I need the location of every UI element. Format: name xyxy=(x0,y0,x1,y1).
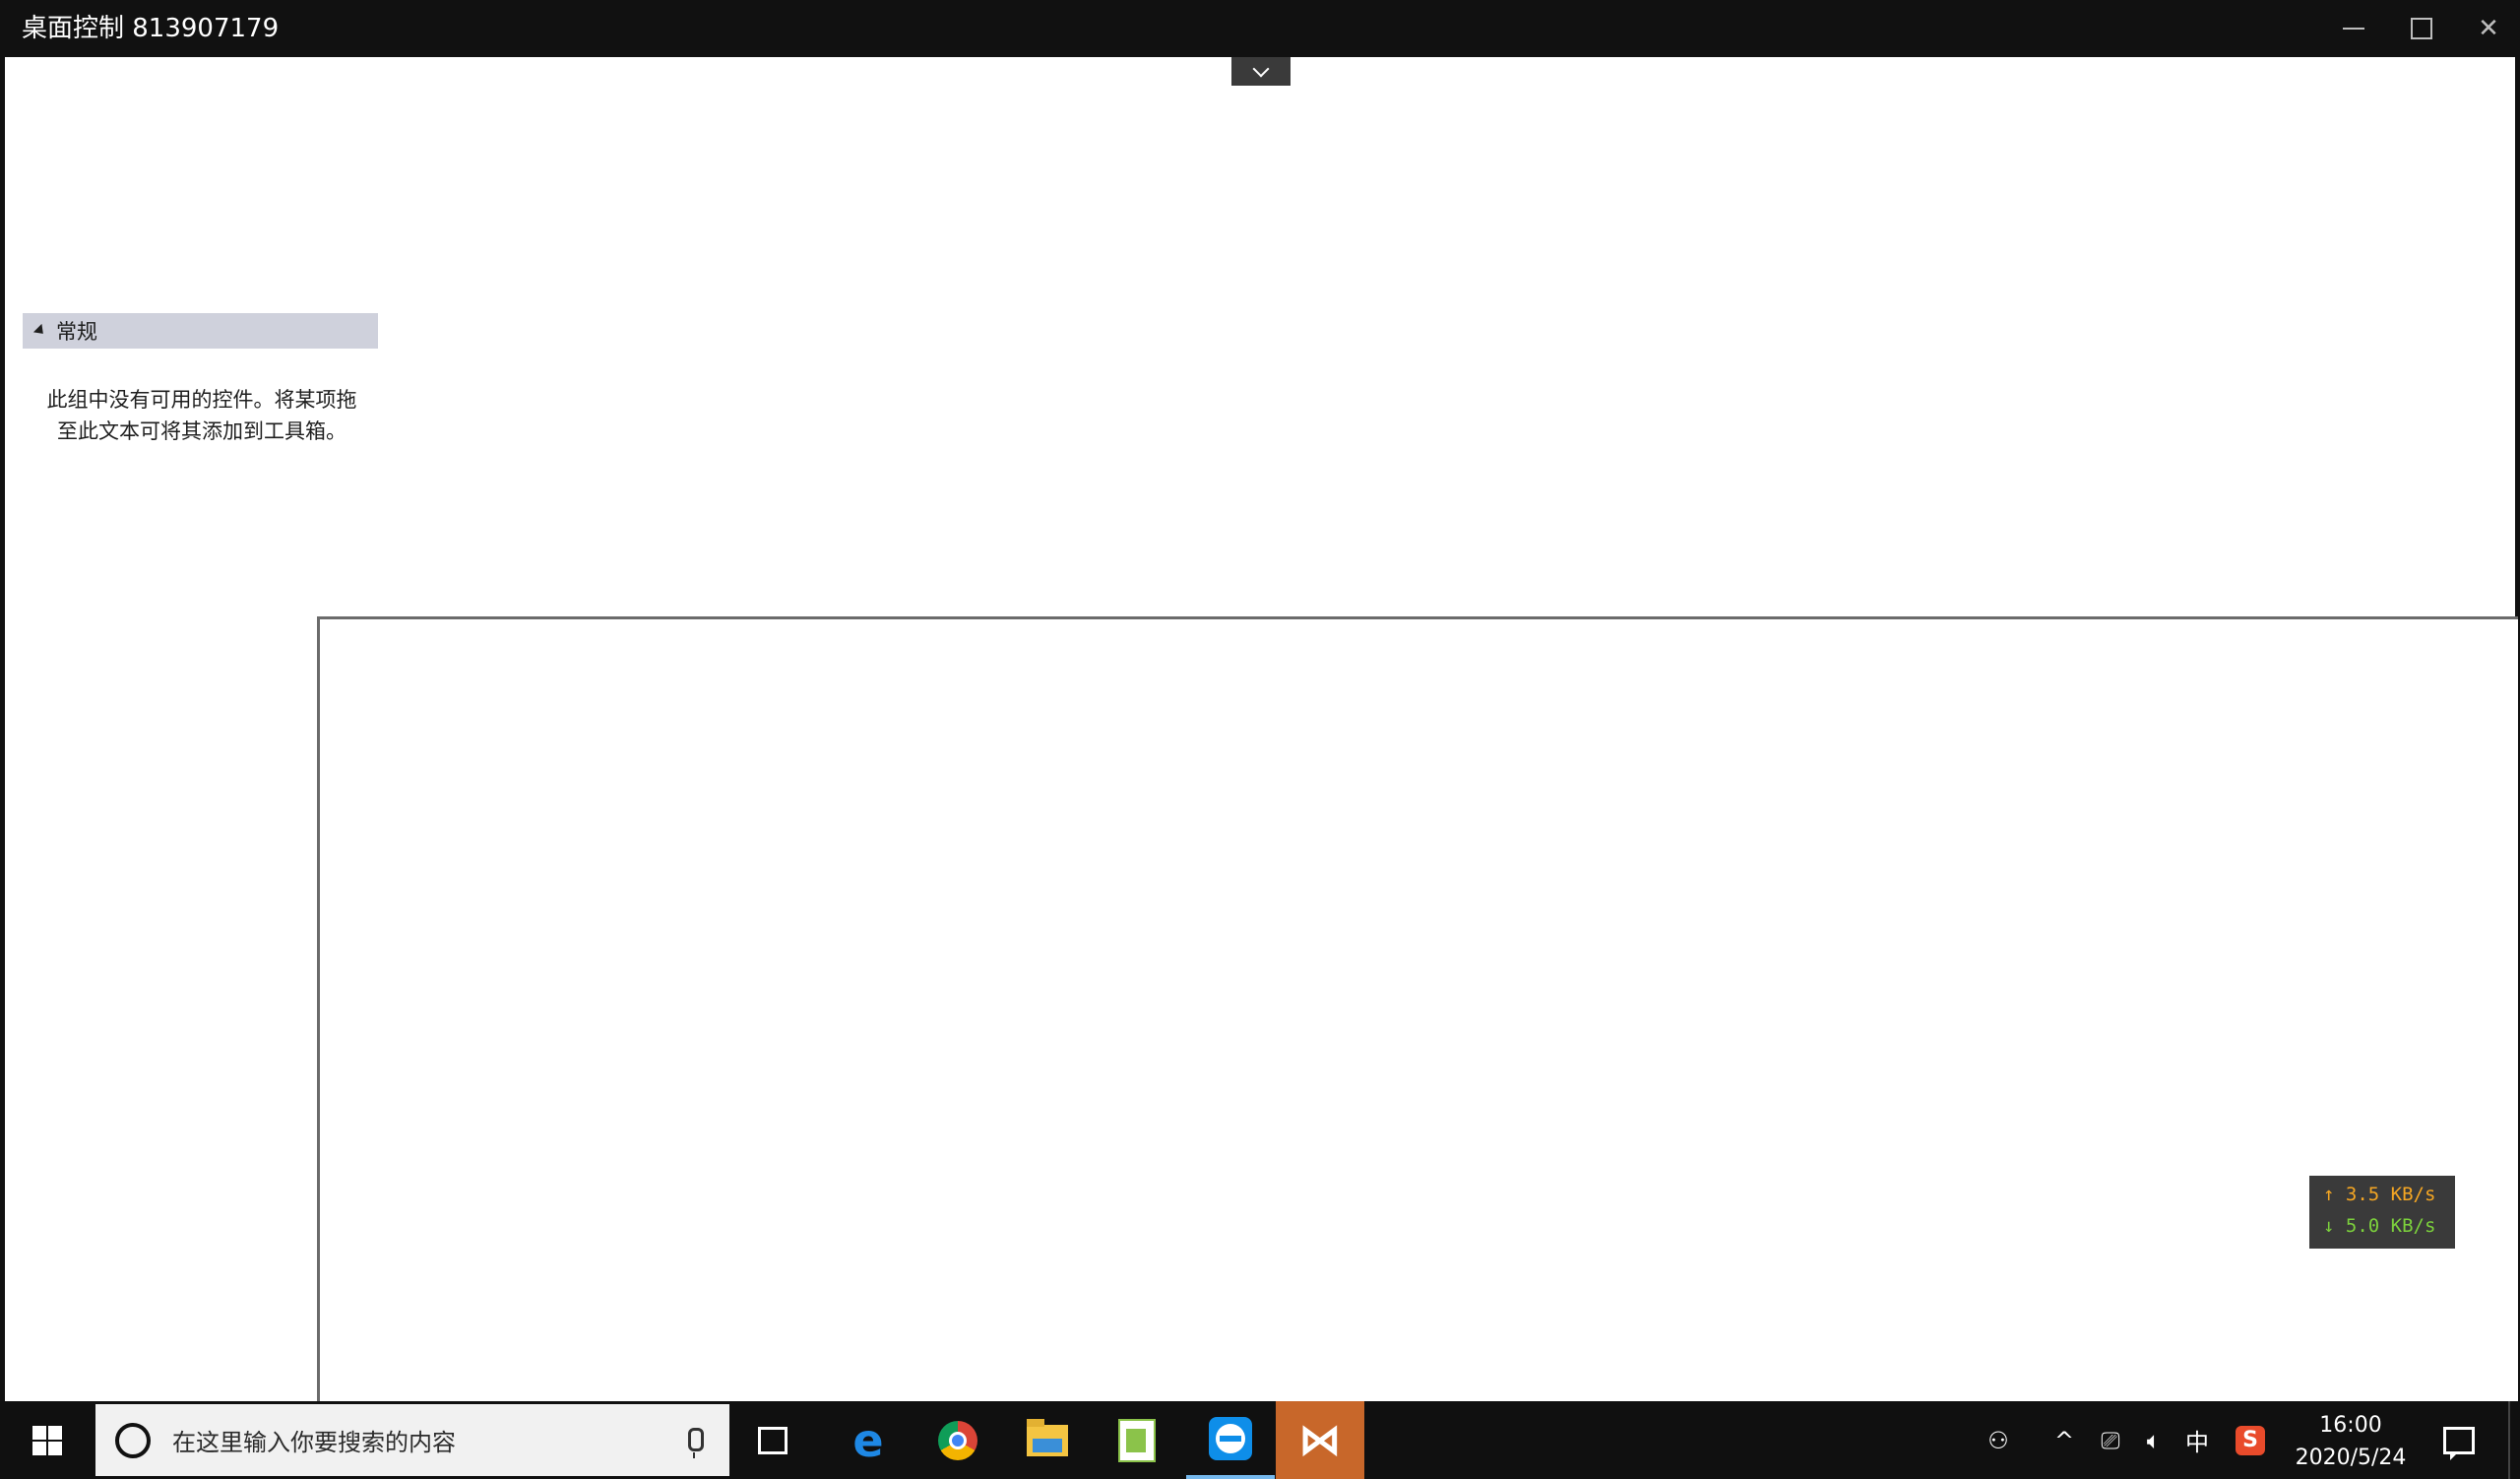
toolbox-group-header[interactable]: 常规 xyxy=(23,313,378,349)
people-button[interactable]: ⚇ xyxy=(1979,1401,2018,1479)
clock[interactable]: 16:00 2020/5/24 xyxy=(2282,1409,2420,1474)
search-placeholder: 在这里输入你要搜索的内容 xyxy=(172,1429,456,1456)
taskbar-task-view[interactable] xyxy=(728,1401,817,1479)
sogou-icon: S xyxy=(2236,1425,2265,1455)
taskbar-teamviewer[interactable] xyxy=(1186,1401,1275,1479)
clock-time: 16:00 xyxy=(2319,1413,2382,1438)
design-surface[interactable] xyxy=(317,616,2518,1404)
download-speed: ↓ 5.0 KB/s xyxy=(2323,1215,2436,1237)
taskbar-chrome[interactable] xyxy=(914,1401,1002,1479)
cortana-icon xyxy=(115,1422,151,1458)
toolbar-toggle-button[interactable] xyxy=(1231,57,1291,86)
chevron-down-icon xyxy=(1252,60,1270,77)
microphone-icon[interactable] xyxy=(688,1428,704,1458)
network-button[interactable]: ⎚ xyxy=(2091,1401,2130,1479)
edge-icon: e xyxy=(852,1413,884,1467)
taskbar-visual-studio[interactable]: ⋈ xyxy=(1276,1401,1364,1479)
volume-icon: 🔈︎ xyxy=(2146,1426,2162,1454)
minimize-button[interactable] xyxy=(2320,0,2387,57)
taskbar-file-explorer[interactable] xyxy=(1003,1401,1092,1479)
notification-icon xyxy=(2443,1426,2475,1460)
remote-desktop-view[interactable]: 常规 此组中没有可用的控件。将某项拖至此文本可将其添加到工具箱。 xyxy=(5,57,2518,1404)
upload-speed: ↑ 3.5 KB/s xyxy=(2323,1184,2436,1205)
action-center-button[interactable] xyxy=(2429,1401,2488,1479)
clock-date: 2020/5/24 xyxy=(2295,1446,2407,1470)
show-hidden-icons-button[interactable]: ^ xyxy=(2048,1401,2081,1479)
task-view-icon xyxy=(758,1426,788,1454)
people-icon: ⚇ xyxy=(1987,1426,2009,1454)
start-button[interactable] xyxy=(0,1401,94,1479)
ime-indicator: 中 xyxy=(2185,1429,2209,1456)
maximize-icon xyxy=(2411,18,2432,39)
sogou-ime-button[interactable]: S xyxy=(2227,1401,2274,1479)
network-icon: ⎚ xyxy=(2101,1426,2120,1454)
taskbar-edge[interactable]: e xyxy=(824,1401,913,1479)
taskbar-editor[interactable] xyxy=(1093,1401,1181,1479)
volume-button[interactable]: 🔈︎ xyxy=(2134,1401,2174,1479)
collapse-triangle-icon xyxy=(32,323,48,339)
windows-logo-icon xyxy=(32,1425,62,1455)
search-box[interactable]: 在这里输入你要搜索的内容 xyxy=(95,1404,729,1476)
chrome-icon xyxy=(938,1420,977,1460)
toolbox-group-label: 常规 xyxy=(56,320,97,344)
window-title: 桌面控制 813907179 xyxy=(22,14,280,43)
show-desktop-button[interactable] xyxy=(2508,1401,2520,1479)
taskbar: 在这里输入你要搜索的内容 e ⋈ ⚇ ^ ⎚ 🔈︎ 中 S 16:00 2020… xyxy=(0,1401,2520,1479)
teamviewer-icon xyxy=(1209,1416,1252,1460)
maximize-button[interactable] xyxy=(2388,0,2455,57)
chevron-up-icon: ^ xyxy=(2053,1426,2075,1454)
visual-studio-icon: ⋈ xyxy=(1298,1414,1342,1465)
toolbox-empty-message: 此组中没有可用的控件。将某项拖至此文本可将其添加到工具箱。 xyxy=(46,388,357,443)
close-icon: ✕ xyxy=(2478,14,2499,43)
minimize-icon xyxy=(2343,28,2364,30)
editor-icon xyxy=(1118,1418,1156,1462)
folder-icon xyxy=(1027,1418,1068,1456)
network-speed-widget: ↑ 3.5 KB/s ↓ 5.0 KB/s xyxy=(2309,1176,2455,1249)
ime-button[interactable]: 中 xyxy=(2177,1401,2217,1479)
close-button[interactable]: ✕ xyxy=(2455,0,2520,57)
title-bar: 桌面控制 813907179 ✕ xyxy=(0,0,2520,57)
